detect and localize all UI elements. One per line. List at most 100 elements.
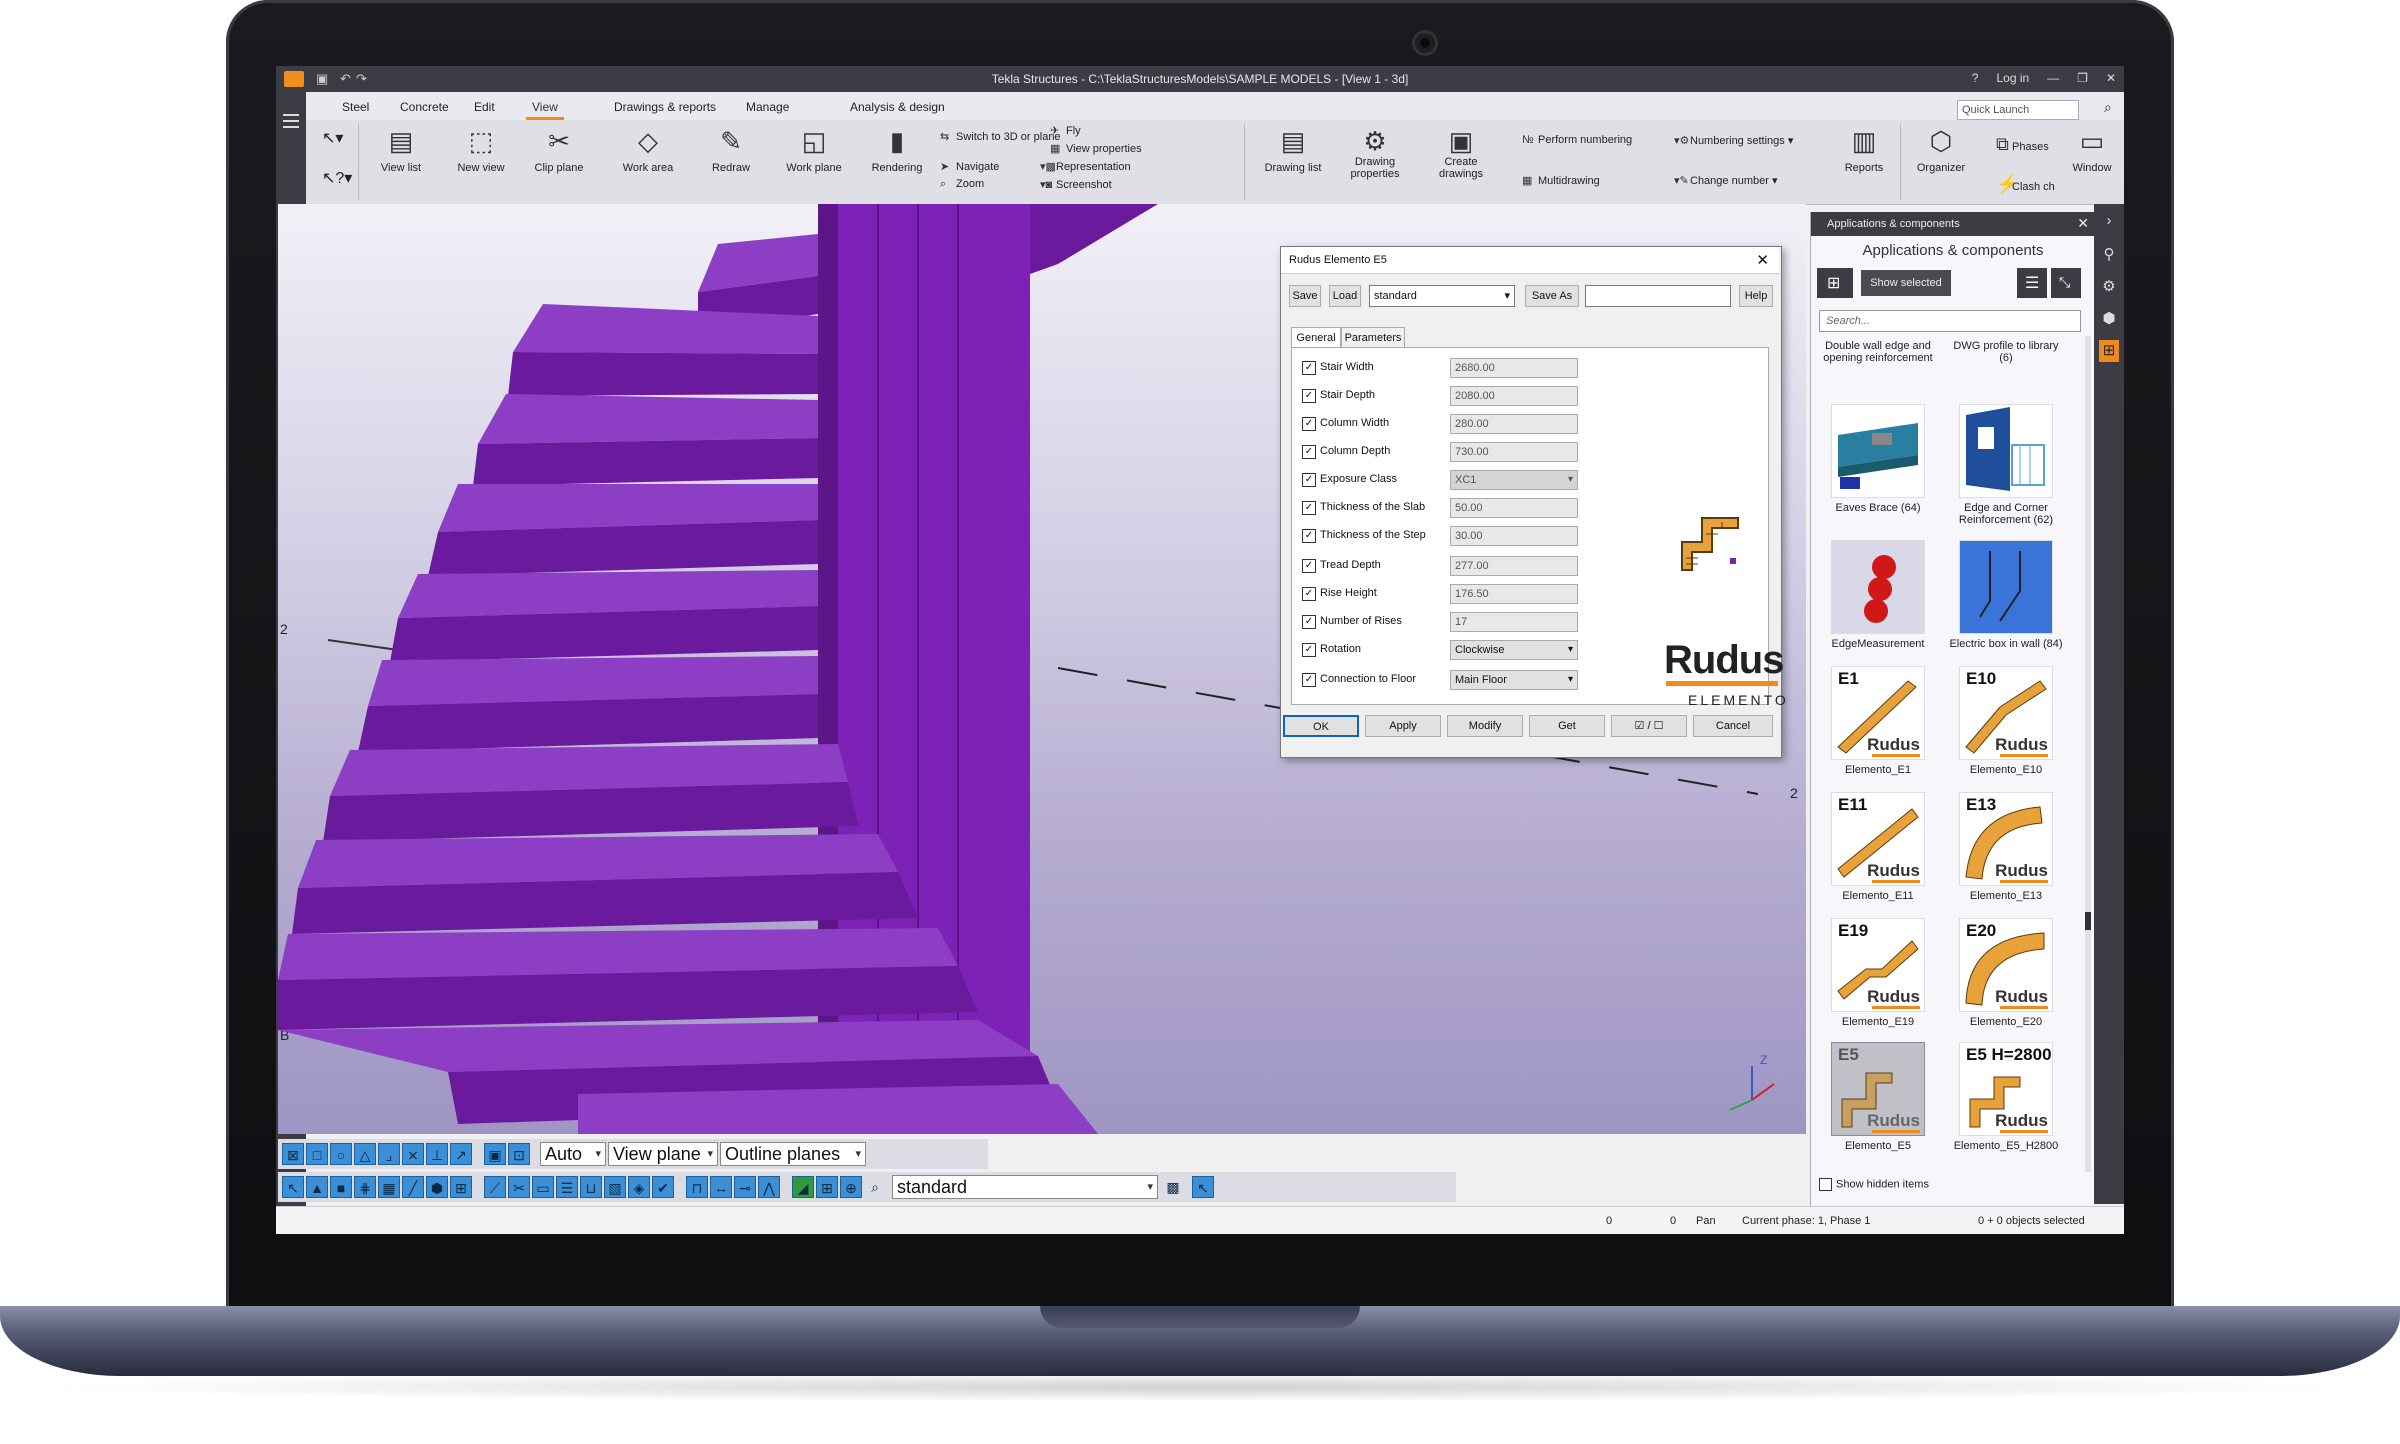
cancel-button[interactable]: Cancel [1693,715,1773,737]
param-checkbox[interactable]: ✓ [1302,361,1316,375]
clash-check-button[interactable]: ⚡Clash ch [1996,174,2055,195]
select-cube-icon[interactable]: ⬢ [426,1176,448,1198]
select-help-icon[interactable]: ↖?▾ [322,168,352,188]
component-item[interactable]: Double wall edge and opening reinforceme… [1819,340,1937,364]
representation-button[interactable]: ▾▩Representation [1040,160,1131,173]
plane-type-select[interactable]: Outline planes ▾ [720,1142,866,1166]
param-value[interactable]: 50.00 [1450,498,1578,518]
organizer-button[interactable]: ⬡ Organizer [1906,126,1976,174]
select-all-icon[interactable]: ⊠ [282,1143,304,1165]
show-hidden-checkbox[interactable] [1819,1178,1832,1191]
param-checkbox[interactable]: ✓ [1302,501,1316,515]
component-item[interactable]: E20 Rudus Elemento_E20 [1947,918,2065,1028]
show-hidden-items[interactable]: Show hidden items [1819,1178,1929,1191]
select-triangle-icon[interactable]: △ [354,1143,376,1165]
zoom-button[interactable]: ⌕ Zoom [940,178,984,191]
snap-green-icon[interactable]: ◢ [792,1176,814,1198]
connection-floor-select[interactable]: Main Floor ▾ [1450,670,1578,690]
component-item[interactable]: EdgeMeasurement [1819,540,1937,650]
minimize-button[interactable]: — [2047,71,2059,85]
param-checkbox[interactable]: ✓ [1302,615,1316,629]
component-item[interactable]: E13 Rudus Elemento_E13 [1947,792,2065,902]
select-grid-icon[interactable]: ⊞ [450,1176,472,1198]
component-search-input[interactable]: Search... [1819,310,2081,332]
param-checkbox[interactable]: ✓ [1302,529,1316,543]
param-value[interactable]: 30.00 [1450,526,1578,546]
restore-button[interactable]: ❐ [2077,71,2088,85]
save-as-name-input[interactable] [1585,285,1731,307]
component-item[interactable]: Eaves Brace (64) [1819,404,1937,514]
param-checkbox[interactable]: ✓ [1302,417,1316,431]
collapse-icon[interactable]: ⤡ [2051,268,2081,298]
drawing-properties-button[interactable]: ⚙ Drawing properties [1338,126,1412,180]
reports-button[interactable]: ▥ Reports [1834,126,1894,174]
numbering-settings-button[interactable]: ▾⚙Numbering settings ▾ [1674,134,1793,147]
param-value[interactable]: 17 [1450,612,1578,632]
snap-arrow-icon[interactable]: ↗ [450,1143,472,1165]
component-item[interactable]: E5 Rudus Elemento_E5 [1819,1042,1937,1152]
snap-frame-icon[interactable]: ⊓ [686,1176,708,1198]
snap-perpendicular-icon[interactable]: ⊥ [426,1143,448,1165]
snap-grid-icon[interactable]: ⊡ [508,1143,530,1165]
snap-filter-icon[interactable]: ▧ [604,1176,626,1198]
create-drawings-button[interactable]: ▣ Create drawings [1424,126,1498,180]
snap-zigzag-icon[interactable]: ⋀ [758,1176,780,1198]
panel-scrollbar[interactable] [2085,336,2091,1172]
tab-general[interactable]: General [1291,327,1341,348]
grid-view-icon[interactable]: ⊞ [1817,268,1853,298]
param-value[interactable]: 280.00 [1450,414,1578,434]
clip-plane-button[interactable]: ✂ Clip plane [524,126,594,174]
applications-icon[interactable]: ⊞ [2099,340,2119,362]
get-button[interactable]: Get [1529,715,1605,737]
component-item[interactable]: E10 Rudus Elemento_E10 [1947,666,2065,776]
snap-check-icon[interactable]: ✔ [652,1176,674,1198]
plane-mode-select[interactable]: View plane ▾ [608,1142,718,1166]
menu-manage[interactable]: Manage [746,100,789,114]
snap-matrix-icon[interactable]: ⊞ [816,1176,838,1198]
snap-cut-icon[interactable]: ✂ [508,1176,530,1198]
dialog-close-icon[interactable]: ✕ [1756,251,1769,269]
help-icon[interactable]: ? [1972,71,1979,85]
change-number-button[interactable]: ▾✎Change number ▾ [1674,174,1777,187]
dialog-help-button[interactable]: Help [1739,285,1773,307]
work-plane-button[interactable]: ◱ Work plane [774,126,854,174]
phases-button[interactable]: ⧉ Phases [1996,134,2049,155]
screenshot-button[interactable]: ▾◙ Screenshot [1040,178,1112,191]
toggle-all-button[interactable]: ☑ / ☐ [1611,715,1687,737]
zoom-icon[interactable]: ⌕ [864,1176,886,1198]
snap-mode-select[interactable]: Auto ▾ [540,1142,606,1166]
param-value[interactable]: 277.00 [1450,556,1578,576]
snap-crosshair-icon[interactable]: ⊕ [840,1176,862,1198]
snap-layers-icon[interactable]: ◈ [628,1176,650,1198]
snap-mesh-icon[interactable]: ▦ [378,1176,400,1198]
new-view-button[interactable]: ⬚ New view [446,126,516,174]
param-checkbox[interactable]: ✓ [1302,389,1316,403]
show-selected-button[interactable]: Show selected [1861,270,1951,296]
multidrawing-button[interactable]: ▦ Multidrawing [1522,174,1600,187]
login-link[interactable]: Log in [1996,71,2029,85]
close-button[interactable]: ✕ [2106,71,2116,85]
perform-numbering-button[interactable]: № Perform numbering [1522,134,1632,146]
pointer-icon[interactable]: ↖ [282,1176,304,1198]
snap-block-icon[interactable]: ■ [330,1176,352,1198]
snap-line-icon[interactable]: ╱ [402,1176,424,1198]
search-icon[interactable]: ⌕ [2104,99,2112,116]
snap-dot-line-icon[interactable]: ⊸ [734,1176,756,1198]
param-checkbox[interactable]: ✓ [1302,559,1316,573]
filter-select[interactable]: standard ▾ [892,1175,1158,1199]
component-item[interactable]: DWG profile to library (6) [1947,340,2065,364]
scrollbar-thumb[interactable] [2085,912,2091,930]
snap-u-icon[interactable]: ⊔ [580,1176,602,1198]
list-view-icon[interactable]: ☰ [2017,268,2047,298]
snap-box-icon[interactable]: ▭ [532,1176,554,1198]
menu-steel[interactable]: Steel [342,100,369,114]
window-button[interactable]: ▭ Window [2062,126,2122,174]
apply-button[interactable]: Apply [1365,715,1441,737]
component-item[interactable]: E19 Rudus Elemento_E19 [1819,918,1937,1028]
expand-arrow-icon[interactable]: › [2099,210,2119,232]
select-square-icon[interactable]: □ [306,1143,328,1165]
select-arrow-icon[interactable]: ↖▾ [322,128,343,148]
snap-dist-icon[interactable]: ↔ [710,1176,732,1198]
rotation-select[interactable]: Clockwise ▾ [1450,640,1578,660]
component-item[interactable]: Edge and Corner Reinforcement (62) [1947,404,2065,526]
